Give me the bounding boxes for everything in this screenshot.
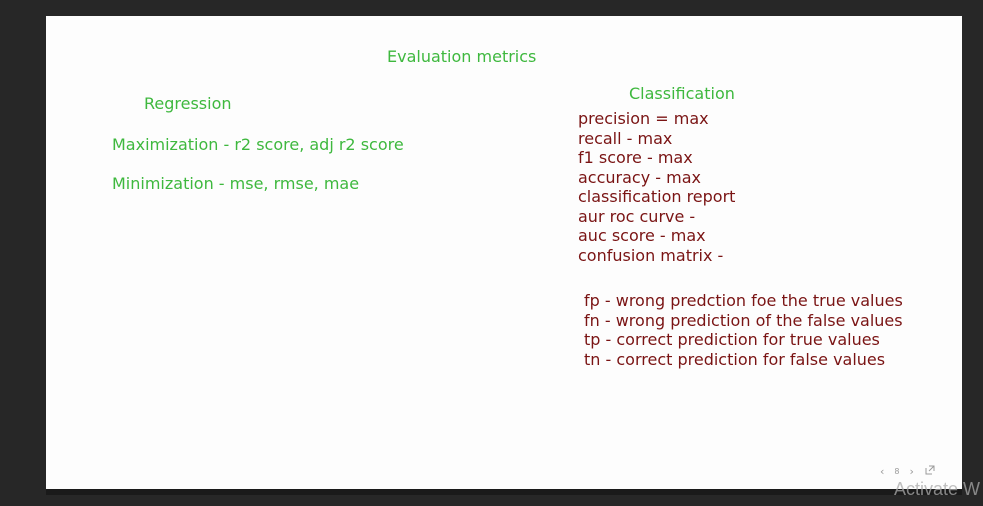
list-item: fp - wrong predction foe the true values <box>584 291 903 310</box>
slide-bottom-bar <box>46 489 962 495</box>
list-item: recall - max <box>578 128 673 148</box>
list-item: precision = max <box>578 109 709 128</box>
list-item: aur roc curve - <box>578 206 696 226</box>
list-item: auc score - max <box>578 226 706 245</box>
page-number: 8 <box>894 466 900 476</box>
classification-heading: Classification <box>629 84 735 103</box>
regression-minimization: Minimization - mse, rmse, mae <box>112 174 360 193</box>
regression-maximization: Maximization - r2 score, adj r2 score <box>112 135 404 154</box>
regression-heading: Regression <box>144 94 232 113</box>
slide-title: Evaluation metrics <box>387 47 537 66</box>
list-item: classification report <box>578 187 736 206</box>
list-item: tn - correct prediction for false values <box>584 349 886 369</box>
list-item: tp - correct prediction for true values <box>584 330 880 349</box>
slide-controls: ‹ 8 › <box>880 464 936 479</box>
chevron-right-icon[interactable]: › <box>910 465 914 478</box>
list-item: confusion matrix - <box>578 245 724 265</box>
presentation-frame: Evaluation metrics Regression Maximizati… <box>0 0 983 506</box>
confusion-terms-list: fp - wrong predction foe the true values… <box>584 291 903 369</box>
slide: Evaluation metrics Regression Maximizati… <box>46 16 962 489</box>
list-item: accuracy - max <box>578 167 701 187</box>
activation-watermark: Activate W <box>894 479 981 499</box>
list-item: fn - wrong prediction of the false value… <box>584 310 903 330</box>
list-item: f1 score - max <box>578 148 693 167</box>
expand-icon[interactable] <box>924 464 936 479</box>
chevron-left-icon[interactable]: ‹ <box>880 465 884 478</box>
classification-metrics-list: precision = max recall - max f1 score - … <box>578 109 735 265</box>
